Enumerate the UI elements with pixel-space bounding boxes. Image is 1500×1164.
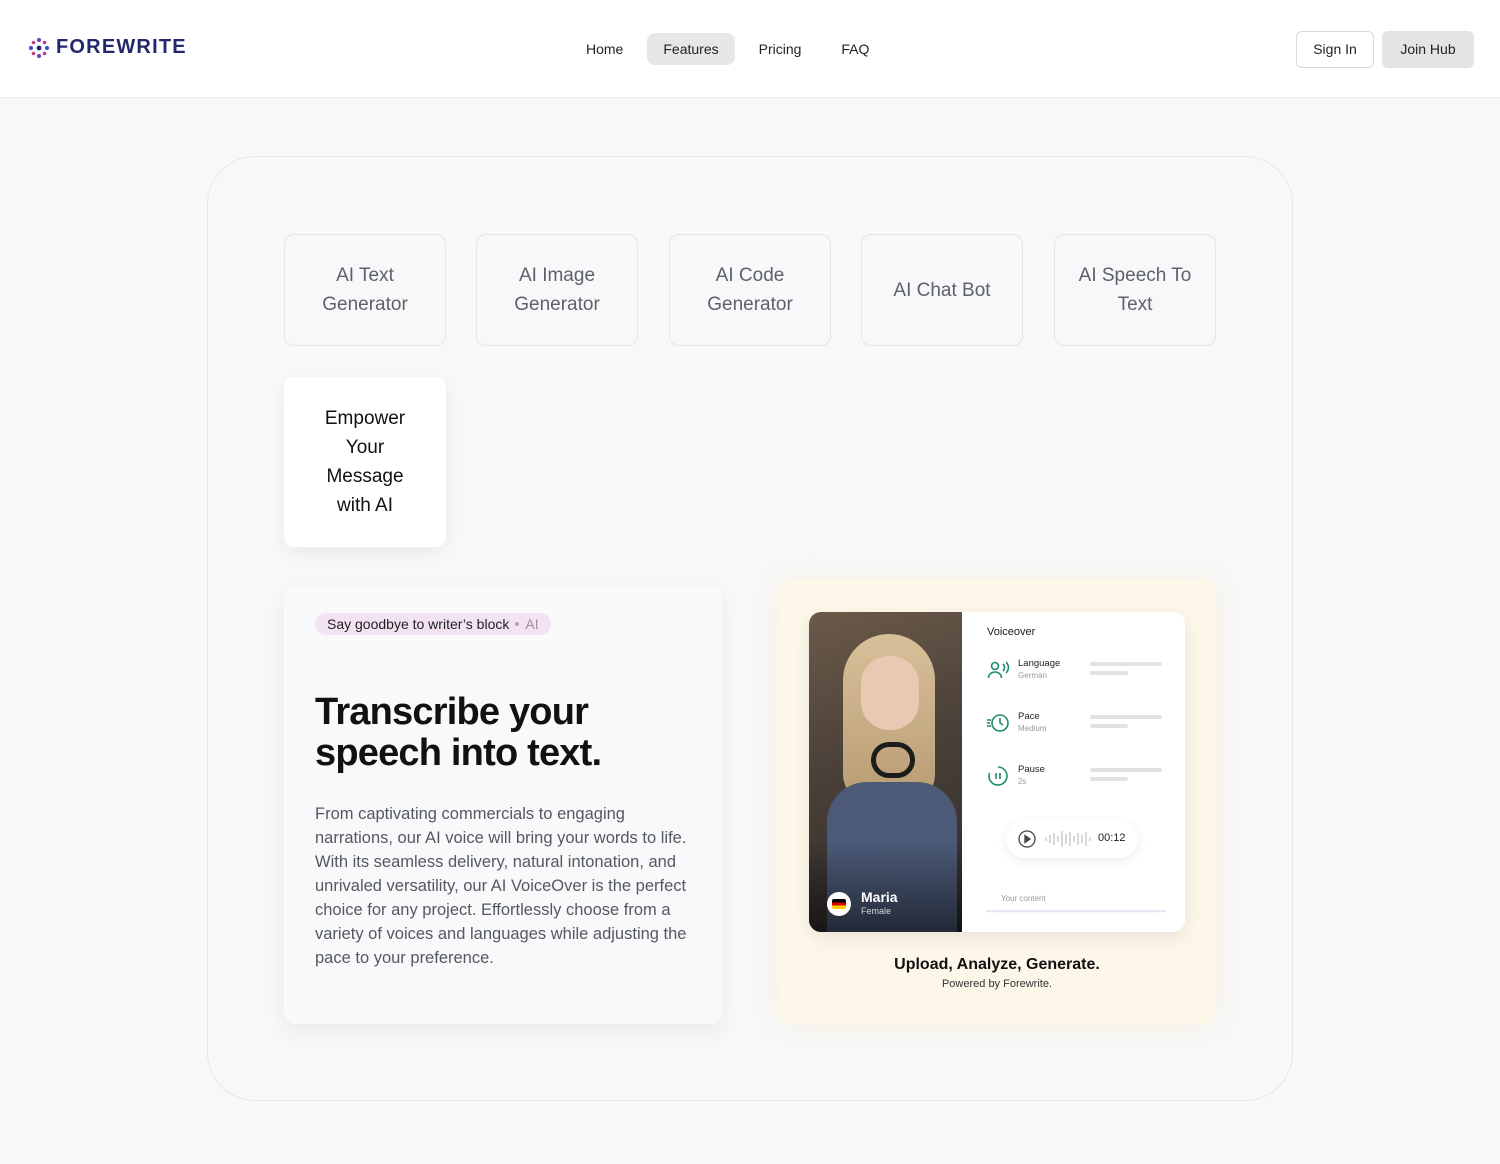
tab-ai-text-generator[interactable]: AI Text Generator — [284, 234, 446, 346]
option-value: Medium — [1018, 724, 1047, 733]
tab-label: AI Chat Bot — [893, 279, 991, 301]
option-value: 2s — [1018, 777, 1027, 786]
voiceover-preview: Maria Female Voiceover Language German P… — [778, 580, 1216, 1024]
badge-tag: AI — [525, 616, 539, 632]
option-label: Pause — [1018, 764, 1045, 775]
option-pause[interactable]: Pause 2s — [986, 764, 1166, 794]
nav-home[interactable]: Home — [570, 33, 639, 65]
feature-headline: Transcribe your speech into text. — [315, 691, 602, 774]
sign-in-button[interactable]: Sign In — [1296, 31, 1374, 68]
join-hub-button[interactable]: Join Hub — [1382, 31, 1474, 68]
badge-text: Say goodbye to writer’s block — [327, 616, 510, 632]
voice-avatar-photo: Maria Female — [809, 612, 962, 932]
nav-faq[interactable]: FAQ — [825, 33, 885, 65]
site-header: FOREWRITE Home Features Pricing FAQ Sign… — [0, 0, 1500, 98]
nav-pricing[interactable]: Pricing — [743, 33, 818, 65]
option-pace[interactable]: Pace Medium — [986, 711, 1166, 741]
logo-icon — [29, 37, 49, 58]
tab-empower-message[interactable]: Empower Your Message with AI — [284, 377, 446, 547]
playback-time: 00:12 — [1098, 832, 1126, 844]
tab-label: AI Text Generator — [322, 265, 408, 315]
speed-clock-icon — [987, 714, 1009, 732]
feature-description: From captivating commercials to engaging… — [315, 805, 687, 967]
option-label: Language — [1018, 658, 1061, 669]
tab-ai-image-generator[interactable]: AI Image Generator — [476, 234, 638, 346]
panel-title: Voiceover — [987, 626, 1036, 638]
logo[interactable]: FOREWRITE — [28, 36, 187, 59]
preview-caption-subtitle: Powered by Forewrite. — [941, 978, 1053, 990]
voiceover-mockup: Maria Female Voiceover Language German P… — [809, 612, 1185, 932]
waveform-icon — [1045, 831, 1091, 847]
tab-label: AI Code Generator — [707, 265, 793, 315]
german-flag-icon — [827, 892, 851, 916]
tab-ai-speech-to-text[interactable]: AI Speech To Text — [1054, 234, 1216, 346]
speaking-person-icon — [987, 661, 1010, 679]
tab-ai-code-generator[interactable]: AI Code Generator — [669, 234, 831, 346]
voice-gender: Female — [861, 906, 892, 916]
main-nav: Home Features Pricing FAQ — [570, 33, 893, 65]
preview-caption-title: Upload, Analyze, Generate. — [894, 956, 1100, 973]
tab-label: Empower Your Message with AI — [324, 408, 406, 516]
voice-name: Maria — [861, 889, 898, 905]
content-input[interactable]: Your content — [986, 888, 1166, 912]
option-value: German — [1018, 671, 1047, 680]
tagline-badge: Say goodbye to writer’s block AI — [315, 613, 551, 635]
audio-player: 00:12 — [1006, 820, 1138, 858]
logo-text: FOREWRITE — [56, 36, 187, 58]
headphones-icon — [871, 742, 915, 778]
option-language[interactable]: Language German — [986, 658, 1166, 688]
dot-separator — [515, 622, 520, 626]
feature-card: Say goodbye to writer’s block AI Transcr… — [284, 586, 722, 1024]
nav-features[interactable]: Features — [647, 33, 735, 65]
pause-timer-icon — [988, 766, 1008, 786]
tab-ai-chat-bot[interactable]: AI Chat Bot — [861, 234, 1023, 346]
play-icon[interactable] — [1018, 830, 1036, 848]
voiceover-settings: Voiceover Language German Pace Medium Pa… — [962, 612, 1185, 932]
option-label: Pace — [1018, 711, 1040, 722]
tab-label: AI Speech To Text — [1078, 265, 1192, 315]
tab-label: AI Image Generator — [514, 265, 600, 315]
